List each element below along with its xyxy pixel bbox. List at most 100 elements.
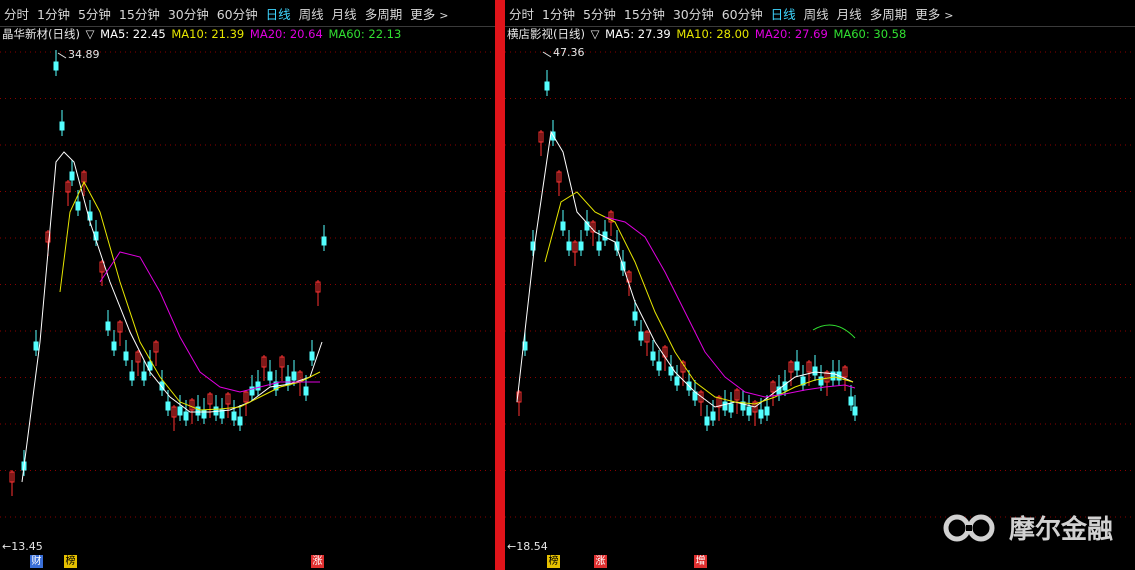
tab-more[interactable]: 更多 > xyxy=(911,6,957,24)
candle-body xyxy=(33,341,39,351)
tab-15min[interactable]: 15分钟 xyxy=(115,6,164,24)
tag-zhang-left[interactable]: 涨 xyxy=(311,555,324,568)
candle-body xyxy=(267,371,273,381)
candle-body xyxy=(674,376,680,386)
candle-body xyxy=(53,61,59,71)
candle-body xyxy=(578,241,584,251)
candle-body xyxy=(818,376,824,386)
chart-pane-right[interactable]: 分时 1分钟 5分钟 15分钟 30分钟 60分钟 日线 周线 月线 多周期 更… xyxy=(505,0,1135,570)
candlestick-chart-left[interactable]: 34.89 xyxy=(0,42,495,552)
tab-daily[interactable]: 日线 xyxy=(767,6,800,24)
candle-body xyxy=(758,409,764,419)
high-pointer xyxy=(542,51,552,58)
candle-body xyxy=(129,371,135,381)
tag-bang-right[interactable]: 榜 xyxy=(547,555,560,568)
candle-body xyxy=(75,201,81,211)
candle-body xyxy=(704,416,710,426)
candle-body xyxy=(632,311,638,321)
tag-cai[interactable]: 财 xyxy=(30,555,43,568)
tab-30min[interactable]: 30分钟 xyxy=(669,6,718,24)
tab-1min[interactable]: 1分钟 xyxy=(538,6,579,24)
low-price-label-right: ←18.54 xyxy=(507,540,548,553)
ma60-line xyxy=(812,324,856,339)
ma60-value-right: MA60: 30.58 xyxy=(833,27,907,41)
ma5-line xyxy=(21,151,323,483)
candle-body xyxy=(237,416,243,426)
period-tabs-left: 分时 1分钟 5分钟 15分钟 30分钟 60分钟 日线 周线 月线 多周期 更… xyxy=(0,6,452,24)
low-price-label-left: ←13.45 xyxy=(2,540,43,553)
ma5-value-right: MA5: 27.39 xyxy=(605,27,671,41)
tag-zeng-right[interactable]: 增 xyxy=(694,555,707,568)
candle-body xyxy=(231,411,237,421)
candle-body xyxy=(123,351,129,361)
tag-bang-left[interactable]: 榜 xyxy=(64,555,77,568)
candle-body xyxy=(69,171,75,181)
candle-body xyxy=(59,121,65,131)
candle-body xyxy=(728,403,734,413)
high-price-label: 47.36 xyxy=(553,46,585,59)
candle-body xyxy=(746,406,752,416)
ma60-value-left: MA60: 22.13 xyxy=(328,27,402,41)
candle-body xyxy=(650,351,656,361)
candle-body xyxy=(177,406,183,416)
high-price-label: 34.89 xyxy=(68,48,100,61)
tab-30min[interactable]: 30分钟 xyxy=(164,6,213,24)
tab-1min[interactable]: 1分钟 xyxy=(33,6,74,24)
chevron-right-icon: > xyxy=(944,9,954,22)
stock-name-left: 晶华新材(日线) xyxy=(2,27,80,41)
chart-pane-left[interactable]: 分时 1分钟 5分钟 15分钟 30分钟 60分钟 日线 周线 月线 多周期 更… xyxy=(0,0,495,570)
watermark-logo: 摩尔金融 xyxy=(941,509,1113,546)
tab-daily[interactable]: 日线 xyxy=(262,6,295,24)
period-tabs-right: 分时 1分钟 5分钟 15分钟 30分钟 60分钟 日线 周线 月线 多周期 更… xyxy=(505,6,957,24)
tab-fenshi[interactable]: 分时 xyxy=(0,6,33,24)
tab-multi-period[interactable]: 多周期 xyxy=(866,6,912,24)
candle-body xyxy=(848,396,854,406)
tab-more[interactable]: 更多 > xyxy=(406,6,452,24)
watermark-text: 摩尔金融 xyxy=(1008,515,1113,545)
candle-body xyxy=(764,406,770,416)
candle-body xyxy=(710,411,716,421)
candle-body xyxy=(141,371,147,381)
candle-body xyxy=(183,411,189,421)
high-pointer xyxy=(57,52,67,59)
candle-body xyxy=(321,236,327,246)
tab-multi-period[interactable]: 多周期 xyxy=(361,6,407,24)
ma10-line xyxy=(59,180,321,411)
candle-body xyxy=(852,406,858,416)
ma10-value-left: MA10: 21.39 xyxy=(171,27,245,41)
pane-divider[interactable] xyxy=(495,0,505,570)
ma5-value-left: MA5: 22.45 xyxy=(100,27,166,41)
candle-body xyxy=(596,241,602,251)
candle-body xyxy=(812,366,818,376)
candle-body xyxy=(105,321,111,331)
tab-monthly[interactable]: 月线 xyxy=(833,6,866,24)
candle-body xyxy=(638,331,644,341)
tab-5min[interactable]: 5分钟 xyxy=(74,6,115,24)
triangle-down-icon[interactable]: ▽ xyxy=(86,27,95,41)
tag-zhang-right[interactable]: 涨 xyxy=(594,555,607,568)
tab-monthly[interactable]: 月线 xyxy=(328,6,361,24)
tab-weekly[interactable]: 周线 xyxy=(800,6,833,24)
tab-15min[interactable]: 15分钟 xyxy=(620,6,669,24)
candle-body xyxy=(303,386,309,396)
candle-body xyxy=(544,81,550,91)
ma20-value-right: MA20: 27.69 xyxy=(754,27,828,41)
candle-body xyxy=(111,341,117,351)
chevron-right-icon: > xyxy=(439,9,449,22)
candle-body xyxy=(560,221,566,231)
tab-60min[interactable]: 60分钟 xyxy=(718,6,767,24)
tab-60min[interactable]: 60分钟 xyxy=(213,6,262,24)
tab-5min[interactable]: 5分钟 xyxy=(579,6,620,24)
indicator-bar-left: 晶华新材(日线) ▽ MA5: 22.45 MA10: 21.39 MA20: … xyxy=(2,27,403,41)
ma10-value-right: MA10: 28.00 xyxy=(676,27,750,41)
candle-body xyxy=(201,409,207,419)
triangle-down-icon[interactable]: ▽ xyxy=(591,27,600,41)
tab-fenshi[interactable]: 分时 xyxy=(505,6,538,24)
candle-body xyxy=(291,371,297,381)
tab-weekly[interactable]: 周线 xyxy=(295,6,328,24)
candle-body xyxy=(255,381,261,391)
candlestick-chart-right[interactable]: 47.36 xyxy=(505,42,1135,552)
candle-body xyxy=(656,361,662,371)
logo-icon xyxy=(943,514,995,541)
stock-name-right: 横店影视(日线) xyxy=(507,27,585,41)
